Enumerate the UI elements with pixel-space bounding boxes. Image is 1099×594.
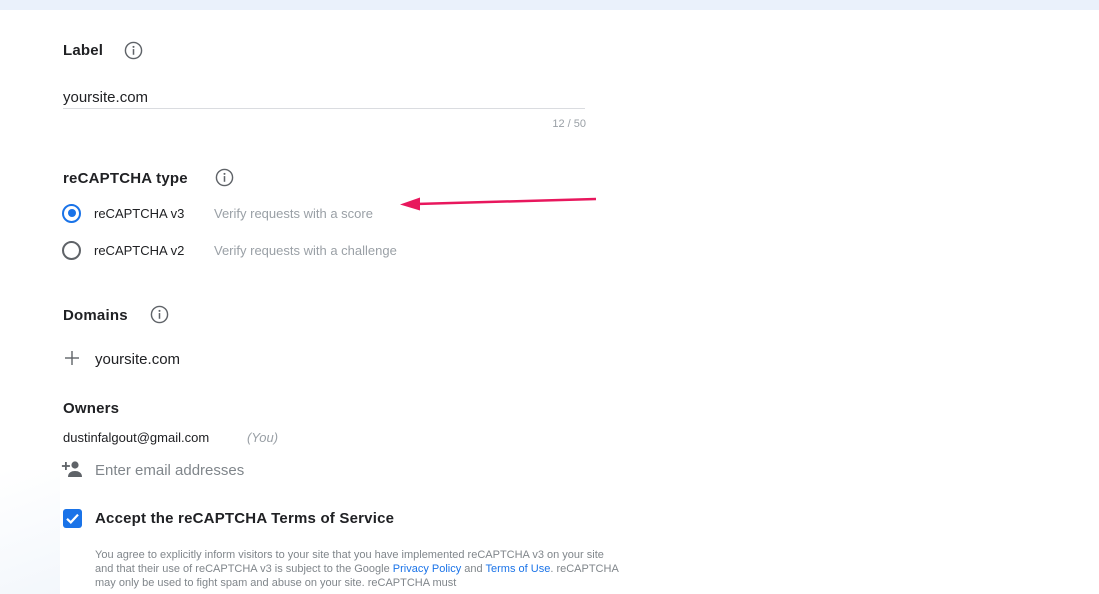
char-counter: 12 / 50 — [552, 118, 586, 130]
radio-option-v2[interactable]: reCAPTCHA v2 Verify requests with a chal… — [62, 239, 397, 261]
recaptcha-type-title: reCAPTCHA type — [63, 170, 188, 187]
radio-description: Verify requests with a challenge — [214, 242, 397, 258]
terms-text-part: and — [461, 563, 486, 575]
radio-description: Verify requests with a score — [214, 205, 373, 221]
terms-checkbox[interactable] — [63, 509, 82, 528]
label-input[interactable] — [63, 86, 585, 109]
plus-icon[interactable] — [64, 350, 80, 366]
info-icon[interactable] — [215, 168, 234, 187]
radio-label: reCAPTCHA v2 — [94, 242, 185, 258]
info-icon[interactable] — [124, 41, 143, 60]
info-icon[interactable] — [150, 305, 169, 324]
person-add-icon — [61, 461, 82, 477]
radio-option-v3[interactable]: reCAPTCHA v3 Verify requests with a scor… — [62, 202, 373, 224]
annotation-arrow-icon — [400, 197, 597, 211]
check-icon — [66, 513, 79, 524]
label-section-title: Label — [63, 42, 104, 59]
domain-entry[interactable]: yoursite.com — [95, 351, 180, 368]
terms-title: Accept the reCAPTCHA Terms of Service — [95, 510, 395, 527]
domains-title: Domains — [63, 307, 128, 324]
privacy-policy-link[interactable]: Privacy Policy — [393, 563, 461, 575]
radio-label: reCAPTCHA v3 — [94, 205, 185, 221]
terms-of-use-link[interactable]: Terms of Use — [486, 563, 551, 575]
top-band — [0, 0, 1099, 10]
radio-button-v3[interactable] — [62, 203, 81, 223]
radio-button-v2[interactable] — [62, 240, 81, 260]
owner-email-input[interactable] — [95, 460, 495, 480]
background-corner — [0, 470, 60, 594]
owners-title: Owners — [63, 400, 120, 417]
owner-you-tag: (You) — [247, 430, 279, 445]
terms-text: You agree to explicitly inform visitors … — [95, 548, 625, 590]
owner-email: dustinfalgout@gmail.com — [63, 430, 210, 445]
